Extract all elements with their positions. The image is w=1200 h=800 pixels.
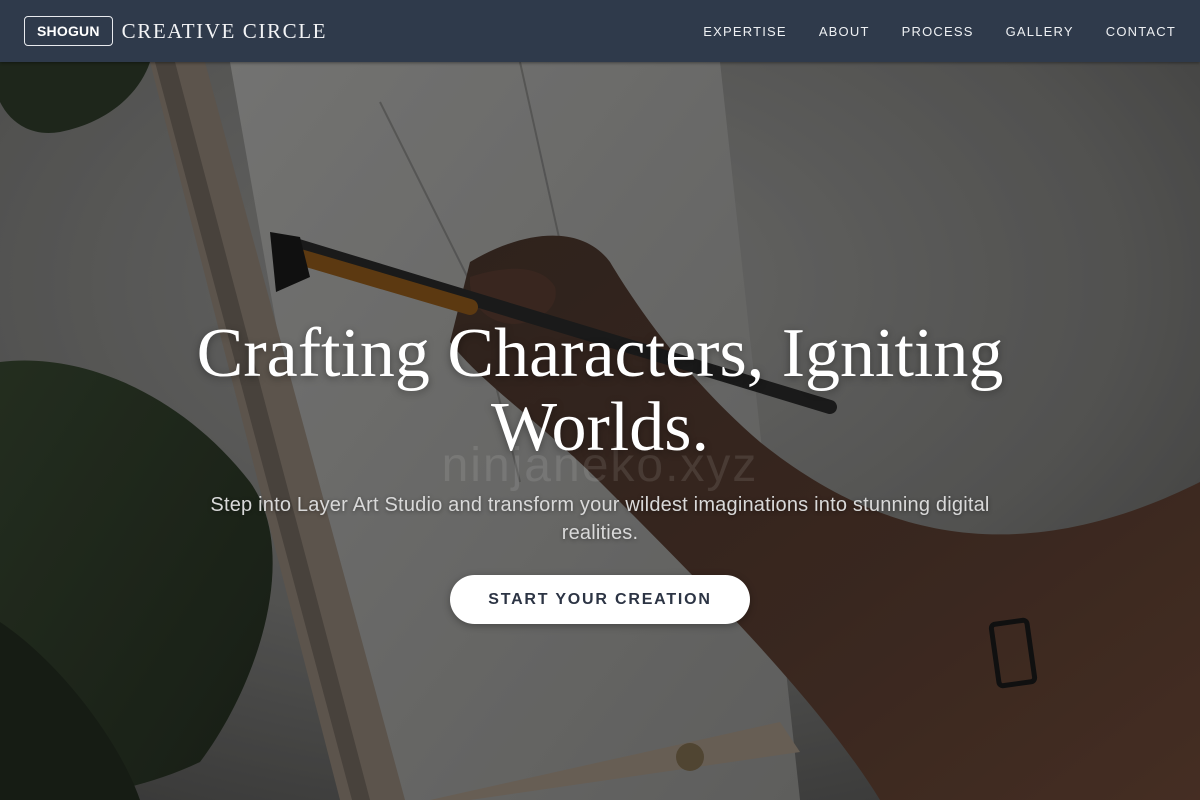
hero-headline: Crafting Characters, Igniting Worlds. (196, 315, 1004, 466)
nav-link-gallery[interactable]: GALLERY (1006, 24, 1074, 39)
nav-link-expertise[interactable]: EXPERTISE (703, 24, 787, 39)
top-navbar: SHOGUN CREATIVE CIRCLE EXPERTISE ABOUT P… (0, 0, 1200, 62)
brand-badge[interactable]: SHOGUN (24, 16, 113, 46)
nav-link-about[interactable]: ABOUT (819, 24, 870, 39)
hero-subtext: Step into Layer Art Studio and transform… (210, 494, 990, 544)
brand-name[interactable]: CREATIVE CIRCLE (122, 19, 327, 44)
start-creation-button[interactable]: START YOUR CREATION (450, 575, 750, 624)
nav-link-process[interactable]: PROCESS (902, 24, 974, 39)
hero-content: Crafting Characters, Igniting Worlds. St… (0, 62, 1200, 800)
hero-section: ninjaneko.xyz Crafting Characters, Ignit… (0, 62, 1200, 800)
main-menu: EXPERTISE ABOUT PROCESS GALLERY CONTACT (703, 24, 1176, 39)
nav-link-contact[interactable]: CONTACT (1106, 24, 1176, 39)
brand[interactable]: SHOGUN CREATIVE CIRCLE (24, 16, 327, 46)
